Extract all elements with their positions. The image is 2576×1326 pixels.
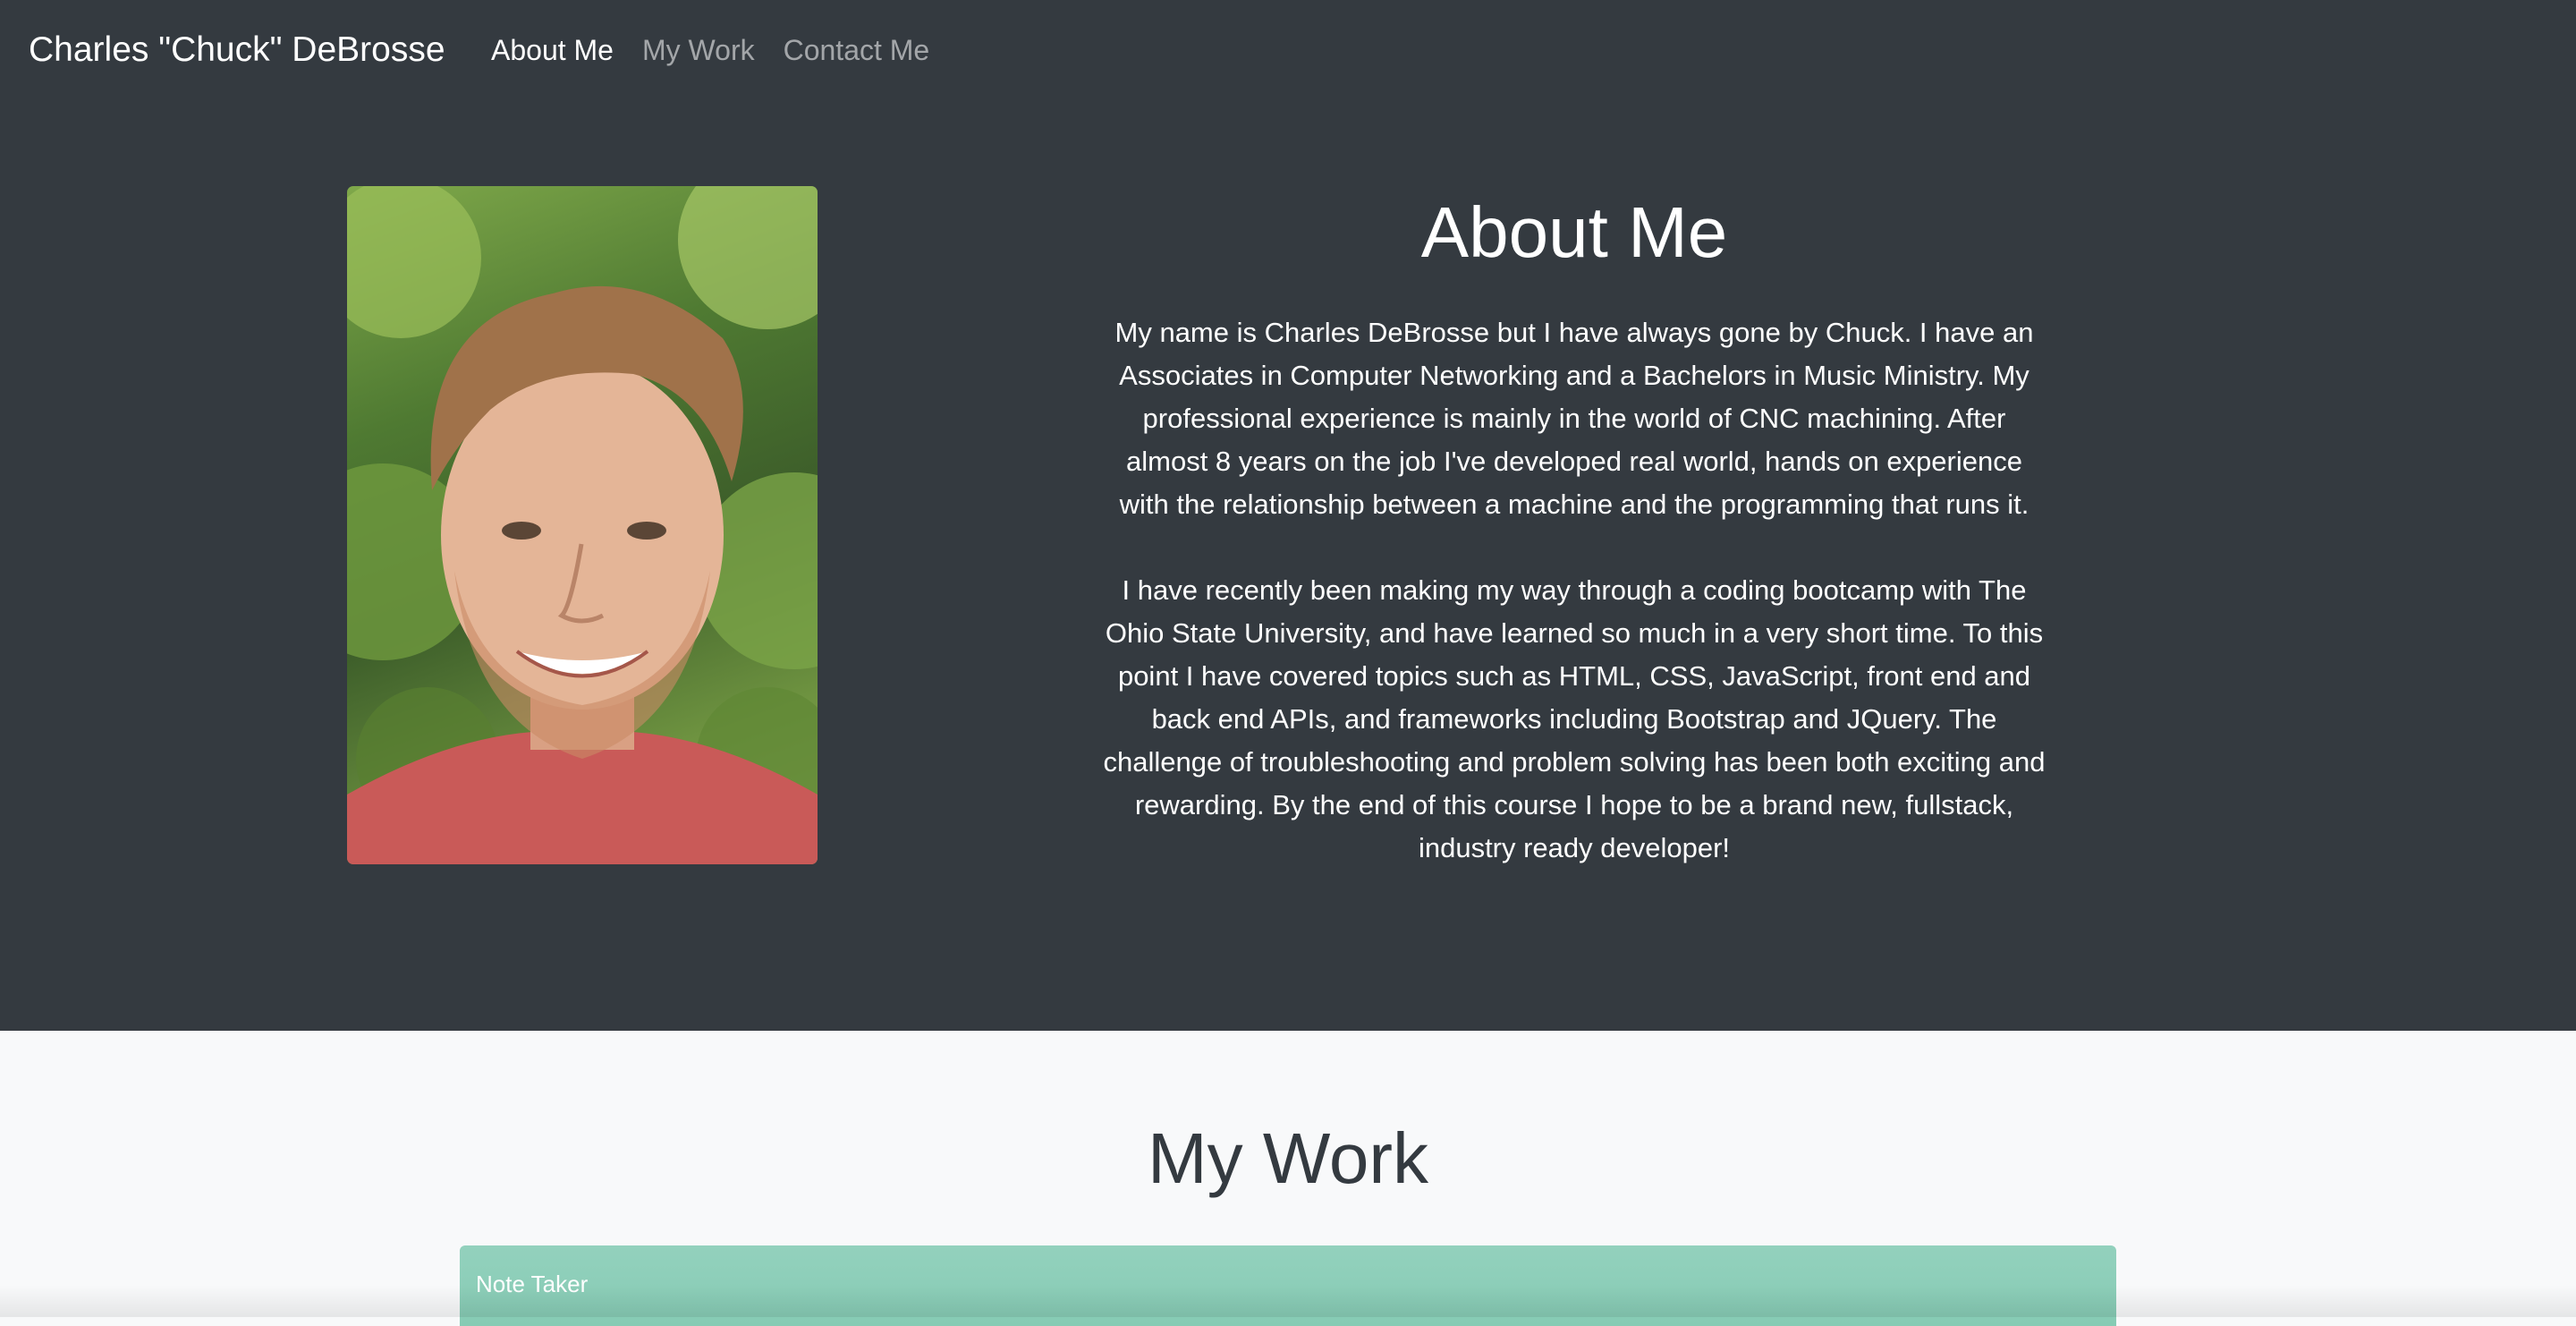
my-work-heading: My Work [1147, 1118, 1429, 1198]
about-me-section: About Me My name is Charles DeBrosse but… [1091, 179, 2057, 870]
about-me-paragraph-1: My name is Charles DeBrosse but I have a… [1114, 317, 2034, 520]
nav-links: About Me My Work Contact Me [491, 30, 929, 70]
project-card-title: Note Taker [476, 1271, 589, 1297]
about-me-heading: About Me [1420, 192, 1728, 272]
nav-link-contact-me[interactable]: Contact Me [784, 30, 930, 70]
nav-link-my-work[interactable]: My Work [642, 30, 755, 70]
nav-link-about-me[interactable]: About Me [491, 30, 614, 70]
about-me-paragraph-2: I have recently been making my way throu… [1103, 574, 2046, 863]
project-card-note-taker[interactable]: Note Taker [460, 1245, 2116, 1326]
profile-photo [347, 186, 818, 864]
navbar: Charles "Chuck" DeBrosse About Me My Wor… [0, 0, 2576, 100]
navbar-brand[interactable]: Charles "Chuck" DeBrosse [29, 29, 445, 72]
